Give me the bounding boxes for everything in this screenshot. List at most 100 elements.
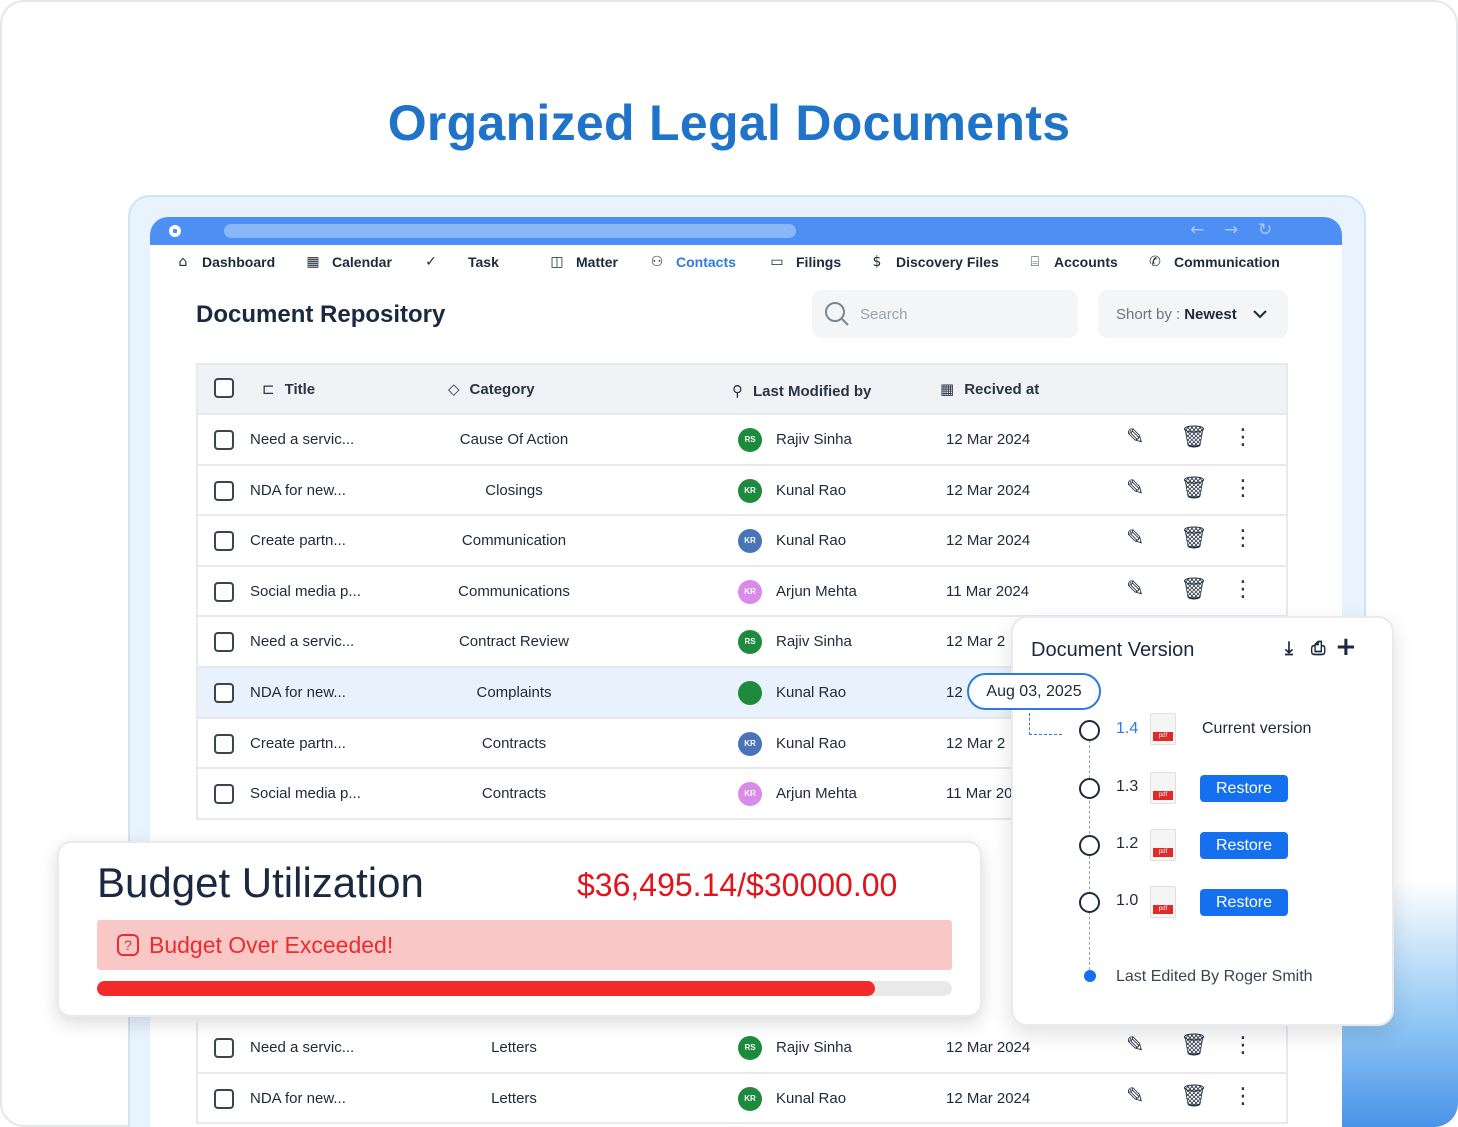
doc-title[interactable]: Need a servic...	[250, 633, 354, 650]
forward-arrow-icon[interactable]: →	[1224, 220, 1238, 240]
version-number[interactable]: 1.3	[1116, 778, 1138, 796]
row-checkbox[interactable]	[214, 531, 234, 552]
edit-pencil-icon[interactable]: ✎	[1126, 577, 1144, 602]
doc-title[interactable]: Create partn...	[250, 735, 346, 752]
briefcase-icon: ◫	[550, 254, 564, 270]
version-number[interactable]: 1.0	[1116, 892, 1138, 910]
trash-icon[interactable]: 🗑	[1180, 1084, 1208, 1109]
edit-pencil-icon[interactable]: ✎	[1126, 1084, 1144, 1109]
download-icon[interactable]: ⤓	[1285, 638, 1293, 659]
doc-category: Letters	[491, 1089, 537, 1107]
nav-matter[interactable]: ◫ Matter	[548, 253, 618, 271]
title-icon: ⊏	[262, 380, 275, 398]
version-date[interactable]: Aug 03, 2025	[967, 673, 1101, 710]
nav-accounts[interactable]: ⌸ Accounts	[1026, 253, 1118, 271]
column-title[interactable]: ⊏ Title	[262, 380, 315, 398]
budget-alert: ? Budget Over Exceeded!	[97, 920, 952, 970]
restore-button[interactable]: Restore	[1200, 832, 1288, 859]
trash-icon[interactable]: 🗑	[1180, 526, 1208, 551]
header-label: Category	[469, 380, 535, 398]
nav-calendar[interactable]: ▦ Calendar	[304, 253, 392, 271]
phone-icon: ✆	[1149, 254, 1161, 270]
table-row[interactable]: Need a servic... Letters RS Rajiv Sinha 12 M…	[198, 1023, 1286, 1074]
back-arrow-icon[interactable]: ←	[1190, 220, 1204, 240]
doc-title[interactable]: Create partn...	[250, 532, 346, 549]
column-category[interactable]: ◇ Category	[448, 380, 535, 398]
nav-dashboard[interactable]: ⌂ Dashboard	[174, 253, 276, 271]
doc-category: Letters	[491, 1039, 537, 1056]
row-checkbox[interactable]	[214, 581, 234, 602]
row-checkbox[interactable]	[214, 784, 234, 805]
edit-pencil-icon[interactable]: ✎	[1126, 425, 1144, 450]
more-vertical-icon[interactable]: ⋮	[1232, 526, 1254, 551]
select-all-checkbox[interactable]	[214, 378, 234, 398]
doc-title[interactable]: Need a servic...	[250, 431, 354, 448]
edit-pencil-icon[interactable]: ✎	[1126, 1033, 1144, 1058]
doc-title[interactable]: NDA for new...	[250, 482, 346, 499]
question-icon: ?	[117, 934, 139, 956]
avatar: KR	[738, 579, 762, 604]
trash-icon[interactable]: 🗑	[1180, 425, 1208, 450]
doc-title[interactable]: NDA for new...	[250, 1090, 346, 1107]
avatar: KR	[738, 1086, 762, 1111]
received-date: 12	[946, 683, 963, 701]
preview-doc-icon[interactable]: ⎙	[1311, 638, 1325, 659]
more-vertical-icon[interactable]: ⋮	[1232, 1033, 1254, 1058]
nav-label: Calendar	[332, 254, 392, 270]
row-checkbox[interactable]	[214, 733, 234, 754]
nav-filings[interactable]: ▭ Filings	[768, 253, 841, 271]
table-row[interactable]: Create partn... Communication KR Kunal Rao 1…	[198, 516, 1286, 567]
received-date: 11 Mar 2024	[946, 582, 1030, 600]
search-input[interactable]: Search	[812, 290, 1078, 338]
timeline-connector	[1029, 713, 1062, 735]
sort-dropdown[interactable]: Short by : Newest	[1098, 290, 1288, 338]
modified-by: Rajiv Sinha	[776, 431, 852, 448]
avatar: KR	[738, 529, 762, 554]
url-bar[interactable]	[224, 224, 796, 238]
column-received[interactable]: ▦ Recived at	[940, 380, 1039, 398]
task-check-icon: ✓	[425, 254, 437, 270]
table-row[interactable]: Need a servic... Cause Of Action RS Rajiv S…	[198, 415, 1286, 466]
more-vertical-icon[interactable]: ⋮	[1232, 1084, 1254, 1109]
more-vertical-icon[interactable]: ⋮	[1232, 476, 1254, 501]
restore-button[interactable]: Restore	[1200, 889, 1288, 916]
doc-title[interactable]: Social media p...	[250, 785, 361, 802]
trash-icon[interactable]: 🗑	[1180, 1033, 1208, 1058]
edit-pencil-icon[interactable]: ✎	[1126, 476, 1144, 501]
row-checkbox[interactable]	[214, 1038, 234, 1058]
restore-button[interactable]: Restore	[1200, 775, 1288, 802]
nav-task[interactable]: ✓ Task	[422, 253, 499, 271]
row-checkbox[interactable]	[214, 682, 234, 703]
table-row[interactable]: Social media p... Communications KR Arjun M…	[198, 566, 1286, 618]
edit-pencil-icon[interactable]: ✎	[1126, 526, 1144, 551]
nav-contacts[interactable]: ⚇ Contacts	[648, 253, 736, 271]
nav-label: Discovery Files	[896, 254, 999, 270]
row-checkbox[interactable]	[214, 1088, 234, 1109]
nav-communication[interactable]: ✆ Communication	[1146, 253, 1280, 271]
row-checkbox[interactable]	[214, 632, 234, 653]
trash-icon[interactable]: 🗑	[1180, 577, 1208, 602]
add-icon[interactable]: +	[1335, 632, 1357, 662]
column-last-modified[interactable]: ⚲ Last Modified by	[732, 382, 871, 400]
modified-by: Kunal Rao	[776, 683, 847, 701]
version-node	[1079, 892, 1100, 913]
version-number[interactable]: 1.2	[1116, 835, 1138, 853]
more-vertical-icon[interactable]: ⋮	[1232, 425, 1254, 450]
modified-by: Kunal Rao	[776, 1089, 847, 1107]
avatar: RS	[738, 1036, 762, 1060]
row-checkbox[interactable]	[214, 480, 234, 501]
more-vertical-icon[interactable]: ⋮	[1232, 577, 1254, 602]
doc-title[interactable]: NDA for new...	[250, 684, 346, 701]
table-row[interactable]: NDA for new... Letters KR Kunal Rao 12 Mar 2…	[198, 1073, 1286, 1125]
reload-icon[interactable]: ↻	[1258, 220, 1272, 240]
doc-title[interactable]: Need a servic...	[250, 1039, 354, 1056]
version-number[interactable]: 1.4	[1116, 720, 1138, 738]
doc-category: Communications	[458, 582, 570, 600]
doc-title[interactable]: Social media p...	[250, 583, 361, 600]
received-date: 12 Mar 2024	[946, 532, 1031, 550]
row-checkbox[interactable]	[214, 430, 234, 450]
trash-icon[interactable]: 🗑	[1180, 476, 1208, 501]
version-node	[1079, 720, 1100, 741]
nav-discovery-files[interactable]: $ Discovery Files	[868, 253, 999, 271]
table-row[interactable]: NDA for new... Closings KR Kunal Rao 12 Mar …	[198, 465, 1286, 517]
